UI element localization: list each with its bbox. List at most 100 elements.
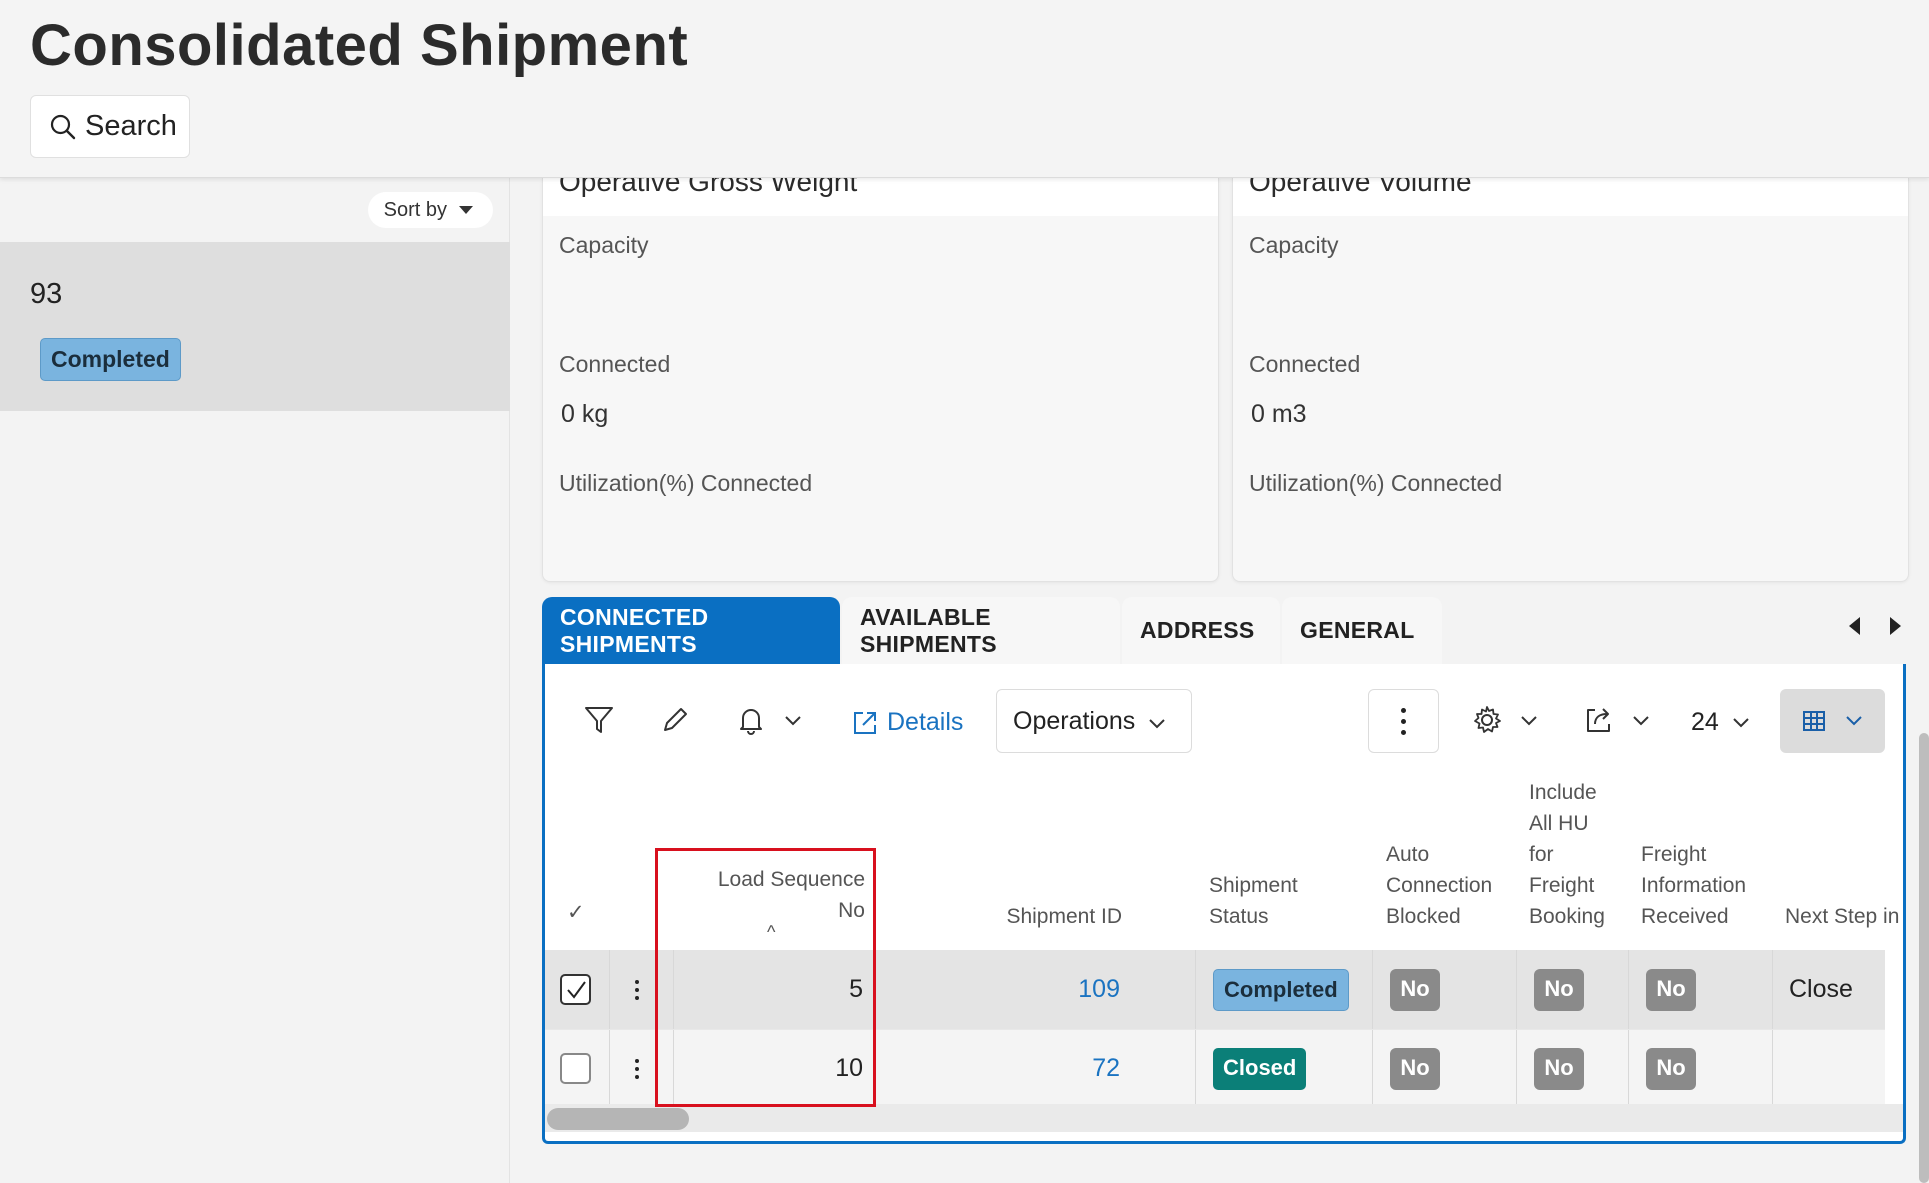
header-line: Include [1529, 781, 1597, 804]
horizontal-scroll-thumb[interactable] [547, 1108, 689, 1130]
tab-scroll-right-icon[interactable] [1890, 617, 1901, 635]
page-size-dropdown[interactable]: 24 [1691, 708, 1751, 737]
freight-info-received-cell: No [1646, 1030, 1696, 1107]
no-badge: No [1390, 1047, 1440, 1090]
details-label: Details [887, 708, 964, 736]
operations-label: Operations [1013, 706, 1136, 735]
table-header: ✓ Load Sequence No ^ Shipment ID Shipmen… [545, 774, 1899, 950]
select-all-checkmark[interactable]: ✓ [567, 897, 585, 928]
kebab-icon[interactable] [635, 1058, 639, 1079]
edit-icon[interactable] [659, 704, 691, 736]
connected-value: 0 kg [561, 400, 609, 428]
vertical-scroll-thumb[interactable] [1919, 733, 1929, 1183]
column-header-load-sequence[interactable]: Load Sequence No [665, 864, 865, 926]
utilization-label: Utilization(%) Connected [559, 470, 813, 496]
sort-ascending-icon: ^ [767, 922, 776, 942]
header-line: for [1529, 843, 1554, 866]
tab-connected-shipments[interactable]: CONNECTED SHIPMENTS [542, 597, 840, 664]
grid-toolbar: Details Operations 24 [545, 664, 1903, 774]
list-item[interactable]: 93 Completed [0, 242, 510, 411]
no-badge: No [1646, 1047, 1696, 1090]
header-line: Blocked [1386, 905, 1461, 928]
table-row[interactable]: 5 109 Completed No No No Close [545, 950, 1885, 1030]
column-header-next-step[interactable]: Next Step in [1785, 901, 1899, 932]
connected-value: 0 m3 [1251, 400, 1307, 428]
tab-bar: CONNECTED SHIPMENTS AVAILABLE SHIPMENTS … [542, 597, 1444, 664]
shipments-table: ✓ Load Sequence No ^ Shipment ID Shipmen… [545, 774, 1899, 1108]
search-button[interactable]: Search [30, 95, 190, 158]
table-row[interactable]: 10 72 Closed No No No [545, 1030, 1885, 1108]
status-badge: Completed [40, 338, 181, 381]
header-line: Information [1641, 874, 1747, 897]
kebab-icon[interactable] [635, 979, 639, 1000]
shipment-status-cell: Closed [1213, 1030, 1307, 1107]
column-header-shipment-id[interactable]: Shipment ID [965, 901, 1122, 932]
status-badge: Completed [1213, 968, 1349, 1011]
column-header-freight-info-received[interactable]: Freight Information Received [1641, 839, 1746, 932]
sort-by-button[interactable]: Sort by [367, 192, 493, 228]
tab-scroll-arrows [1849, 617, 1901, 635]
more-actions-button[interactable] [1368, 689, 1439, 753]
capacity-label: Capacity [1249, 232, 1339, 258]
operations-dropdown[interactable]: Operations [996, 689, 1192, 753]
capacity-label: Capacity [559, 232, 649, 258]
no-badge: No [1646, 968, 1696, 1011]
no-badge: No [1534, 968, 1584, 1011]
column-header-include-all-hu[interactable]: Include All HU for Freight Booking [1529, 777, 1605, 932]
chevron-down-icon[interactable] [1519, 714, 1539, 728]
row-checkbox-cell [560, 1030, 591, 1107]
header-line: No [838, 899, 865, 922]
auto-connection-blocked-cell: No [1390, 950, 1440, 1029]
header-line: Status [1209, 905, 1269, 928]
table-view-icon [1802, 711, 1825, 731]
row-menu-cell [635, 950, 639, 1029]
shipment-id-link[interactable]: 109 [965, 950, 1120, 1029]
next-step-cell: Close [1789, 975, 1853, 1003]
header-line: Freight [1641, 843, 1707, 866]
load-sequence-cell[interactable]: 10 [673, 1030, 863, 1107]
list-item-id: 93 [30, 278, 63, 310]
chevron-down-icon[interactable] [783, 714, 803, 728]
card-title: Operative Gross Weight [559, 178, 858, 197]
freight-info-received-cell: No [1646, 950, 1696, 1029]
page-title: Consolidated Shipment [30, 13, 689, 78]
chevron-down-icon [1733, 717, 1749, 727]
include-all-hu-cell: No [1534, 950, 1584, 1029]
row-checkbox[interactable] [560, 1053, 591, 1084]
column-header-shipment-status[interactable]: Shipment Status [1209, 870, 1298, 932]
tab-address[interactable]: ADDRESS [1122, 597, 1280, 664]
view-mode-button[interactable] [1780, 689, 1885, 753]
shipment-status-cell: Completed [1213, 950, 1349, 1029]
chevron-down-icon [1149, 719, 1166, 729]
details-link[interactable]: Details [851, 708, 963, 737]
shipment-id-link[interactable]: 72 [965, 1030, 1120, 1107]
vertical-scrollbar[interactable] [1919, 178, 1929, 1183]
header-line: Load Sequence [717, 868, 865, 891]
open-external-icon [854, 711, 876, 734]
chevron-down-icon[interactable] [1631, 714, 1651, 728]
include-all-hu-cell: No [1534, 1030, 1584, 1107]
connected-label: Connected [559, 351, 671, 377]
tab-available-shipments[interactable]: AVAILABLE SHIPMENTS [842, 597, 1120, 664]
tab-scroll-left-icon[interactable] [1849, 617, 1860, 635]
checkmark-icon [566, 980, 586, 999]
bell-icon[interactable] [735, 704, 767, 736]
kebab-icon [1401, 707, 1406, 735]
utilization-label: Utilization(%) Connected [1249, 470, 1503, 496]
export-icon[interactable] [1583, 704, 1615, 736]
header-line: Received [1641, 905, 1729, 928]
filter-icon[interactable] [583, 704, 615, 736]
search-icon [50, 114, 76, 139]
row-checkbox-cell [560, 950, 591, 1029]
horizontal-scrollbar[interactable] [545, 1104, 1903, 1132]
no-badge: No [1390, 968, 1440, 1011]
tab-general[interactable]: GENERAL [1282, 597, 1442, 664]
load-sequence-cell[interactable]: 5 [673, 950, 863, 1029]
connected-label: Connected [1249, 351, 1361, 377]
column-header-auto-connection-blocked[interactable]: Auto Connection Blocked [1386, 839, 1492, 932]
auto-connection-blocked-cell: No [1390, 1030, 1440, 1107]
card-title: Operative Volume [1249, 178, 1472, 197]
row-checkbox[interactable] [560, 974, 591, 1005]
gear-icon[interactable] [1471, 704, 1503, 736]
header-line: Connection [1386, 874, 1493, 897]
